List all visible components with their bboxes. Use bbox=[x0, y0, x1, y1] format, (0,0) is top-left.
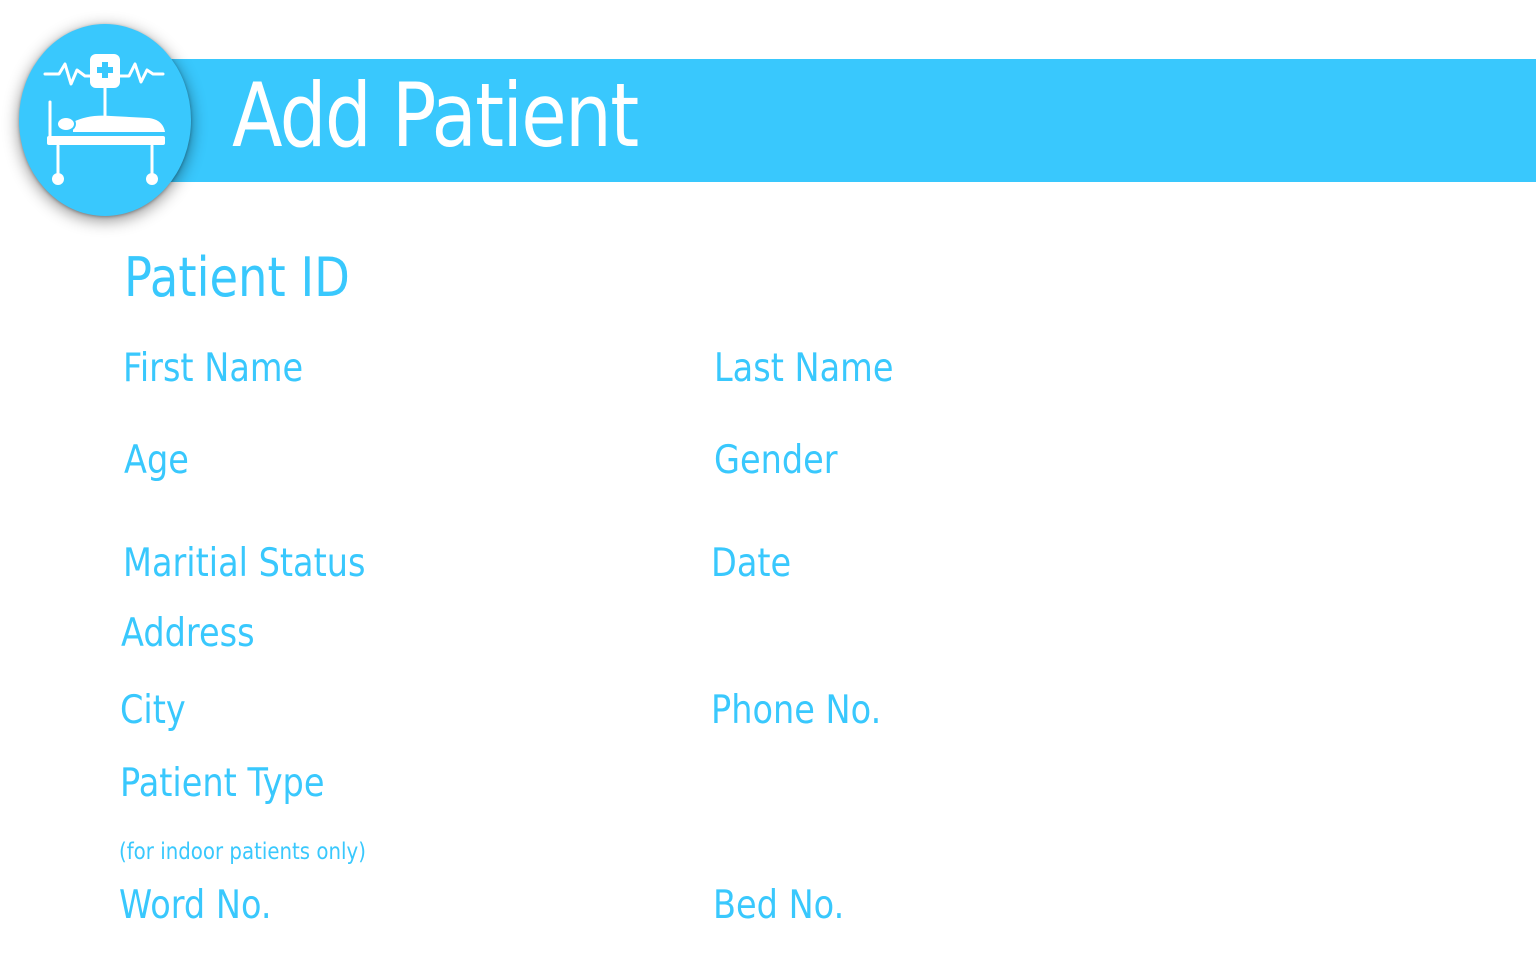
patient-id-label: Patient ID bbox=[124, 246, 350, 309]
gender-label: Gender bbox=[714, 438, 838, 483]
ward-no-label: Word No. bbox=[119, 883, 272, 928]
last-name-label: Last Name bbox=[714, 346, 894, 391]
first-name-label: First Name bbox=[123, 346, 304, 391]
app-logo bbox=[19, 24, 191, 216]
bed-no-label: Bed No. bbox=[713, 883, 845, 928]
indoor-patients-note: (for indoor patients only) bbox=[119, 839, 366, 865]
page-title: Add Patient bbox=[232, 64, 639, 167]
patient-type-label: Patient Type bbox=[120, 761, 325, 806]
add-patient-page: Add Patient Patient ID First Name Last N… bbox=[0, 0, 1536, 965]
date-label: Date bbox=[711, 541, 792, 586]
hospital-bed-iv-icon bbox=[43, 54, 165, 185]
address-label: Address bbox=[121, 611, 255, 656]
age-label: Age bbox=[124, 438, 189, 483]
marital-status-label: Maritial Status bbox=[123, 541, 366, 586]
city-label: City bbox=[120, 688, 186, 733]
phone-label: Phone No. bbox=[711, 688, 882, 733]
